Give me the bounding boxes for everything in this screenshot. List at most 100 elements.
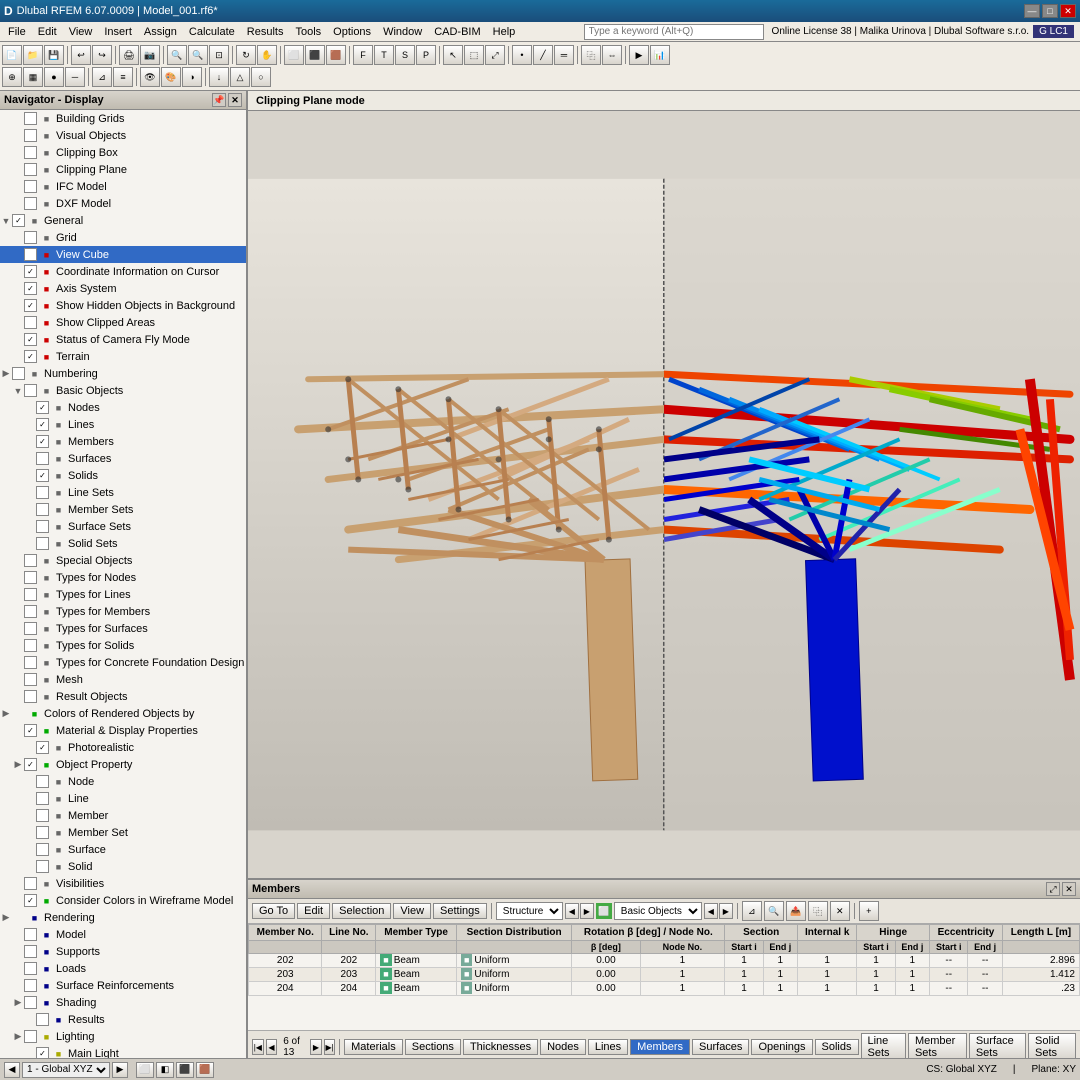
tree-check[interactable] [24,656,37,669]
tree-item-show-hidden[interactable]: ✓■Show Hidden Objects in Background [0,297,246,314]
solid-mode-btn[interactable]: ⬛ [176,1062,194,1078]
tree-item-members[interactable]: ✓■Members [0,433,246,450]
tree-item-shading[interactable]: ▶■Shading [0,994,246,1011]
members-close-btn[interactable]: ✕ [1062,882,1076,896]
pin-btn[interactable]: 📌 [212,93,226,107]
forward-nav-btn[interactable]: ▶ [112,1062,128,1078]
filter-btn[interactable]: ⊿ [92,67,112,87]
tree-item-solids[interactable]: ✓■Solids [0,467,246,484]
tree-item-member-sets[interactable]: ■Member Sets [0,501,246,518]
tree-item-result-objects[interactable]: ■Result Objects [0,688,246,705]
calculate-btn[interactable]: ▶ [629,45,649,65]
hidden-mode-btn[interactable]: ◧ [156,1062,174,1078]
thicknesses-tab[interactable]: Thicknesses [463,1039,538,1055]
menu-file[interactable]: File [2,24,32,40]
hinge-btn[interactable]: ○ [251,67,271,87]
wireframe-btn[interactable]: ⬜ [284,45,304,65]
tree-item-types-solids[interactable]: ■Types for Solids [0,637,246,654]
tree-check[interactable] [24,928,37,941]
tree-item-axis-system[interactable]: ✓■Axis System [0,280,246,297]
lines-tab[interactable]: Lines [588,1039,628,1055]
tree-check[interactable] [36,792,49,805]
line-btn[interactable]: ╱ [533,45,553,65]
render-mode-btn[interactable]: 🟫 [196,1062,214,1078]
struct-prev-btn[interactable]: ◀ [565,903,579,919]
back-nav-btn[interactable]: ◀ [4,1062,20,1078]
tree-item-types-concrete[interactable]: ■Types for Concrete Foundation Design [0,654,246,671]
persp-view-btn[interactable]: P [416,45,436,65]
tree-item-dxf-model[interactable]: ■DXF Model [0,195,246,212]
filter-table-btn[interactable]: ⊿ [742,901,762,921]
snap-node-btn[interactable]: ● [44,67,64,87]
side-view-btn[interactable]: S [395,45,415,65]
tree-item-camera-fly[interactable]: ✓■Status of Camera Fly Mode [0,331,246,348]
search-table-btn[interactable]: 🔍 [764,901,784,921]
menu-cad-bim[interactable]: CAD-BIM [428,24,486,40]
menu-options[interactable]: Options [327,24,377,40]
tree-item-show-clipped[interactable]: ■Show Clipped Areas [0,314,246,331]
tree-item-types-surfaces[interactable]: ■Types for Surfaces [0,620,246,637]
tree-item-visibilities[interactable]: ■Visibilities [0,875,246,892]
tree-check[interactable] [36,520,49,533]
tree-check[interactable] [24,605,37,618]
support-btn[interactable]: △ [230,67,250,87]
undo-btn[interactable]: ↩ [71,45,91,65]
objects-next-btn[interactable]: ▶ [719,903,733,919]
print-btn[interactable]: 🖨 [119,45,139,65]
openings-tab[interactable]: Openings [751,1039,812,1055]
tree-check[interactable]: ✓ [24,265,37,278]
delete-row-btn[interactable]: ✕ [830,901,850,921]
tree-check[interactable] [24,1030,37,1043]
tree-item-consider-colors[interactable]: ✓■Consider Colors in Wireframe Model [0,892,246,909]
struct-next-btn[interactable]: ▶ [580,903,594,919]
tree-check[interactable] [24,962,37,975]
menu-window[interactable]: Window [377,24,428,40]
tree-item-surfaces[interactable]: ■Surfaces [0,450,246,467]
menu-help[interactable]: Help [487,24,522,40]
tree-item-terrain[interactable]: ✓■Terrain [0,348,246,365]
tree-check[interactable] [24,197,37,210]
rotate-btn[interactable]: ↻ [236,45,256,65]
tree-item-basic-objects[interactable]: ▼■Basic Objects [0,382,246,399]
tree-check[interactable] [24,673,37,686]
tree-check[interactable] [24,146,37,159]
screenshot-btn[interactable]: 📷 [140,45,160,65]
solid-sets-tab[interactable]: Solid Sets [1028,1033,1076,1061]
nav-close-btn[interactable]: ✕ [228,93,242,107]
add-row-btn[interactable]: + [859,901,879,921]
tree-check[interactable]: ✓ [12,214,25,227]
load-btn[interactable]: ↓ [209,67,229,87]
tree-check[interactable] [24,571,37,584]
tree-check[interactable] [36,1013,49,1026]
tree-check[interactable] [36,452,49,465]
tree-check[interactable] [24,996,37,1009]
save-btn[interactable]: 💾 [44,45,64,65]
coord-system-select[interactable]: 1 - Global XYZ [22,1062,110,1078]
copy-table-btn[interactable]: ⿻ [808,901,828,921]
tree-item-grid[interactable]: ■Grid [0,229,246,246]
tree-item-surface-prop[interactable]: ■Surface [0,841,246,858]
search-input[interactable] [584,24,764,40]
tree-check[interactable] [24,690,37,703]
redo-btn[interactable]: ↪ [92,45,112,65]
table-row[interactable]: 204 204 ■Beam ■Uniform 0.00 1 1 1 1 1 1 … [249,982,1080,996]
close-btn[interactable]: ✕ [1060,4,1076,18]
top-view-btn[interactable]: T [374,45,394,65]
tree-item-mesh[interactable]: ■Mesh [0,671,246,688]
members-tab-active[interactable]: Members [630,1039,690,1055]
tree-item-model-render[interactable]: ■Model [0,926,246,943]
tree-item-types-nodes[interactable]: ■Types for Nodes [0,569,246,586]
node-btn[interactable]: • [512,45,532,65]
structure-dropdown[interactable]: Structure [496,902,563,920]
menu-insert[interactable]: Insert [98,24,138,40]
move-btn[interactable]: ⤢ [485,45,505,65]
tree-item-photorealistic[interactable]: ✓■Photorealistic [0,739,246,756]
tree-item-general[interactable]: ▼✓■General [0,212,246,229]
tree-item-numbering[interactable]: ▶■Numbering [0,365,246,382]
tree-check[interactable] [24,231,37,244]
tree-check[interactable]: ✓ [24,894,37,907]
tree-item-types-members[interactable]: ■Types for Members [0,603,246,620]
tree-check[interactable] [36,775,49,788]
tree-check[interactable] [24,639,37,652]
tree-check[interactable] [24,129,37,142]
